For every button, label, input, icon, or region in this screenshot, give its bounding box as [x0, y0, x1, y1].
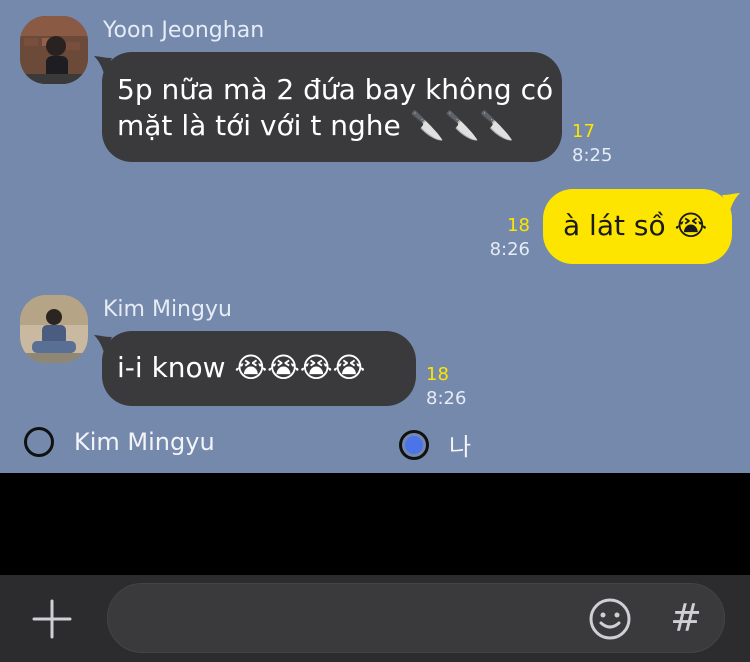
- message-bubble[interactable]: i-i know 😭😭😭😭: [94, 331, 416, 406]
- avatar-kim-mingyu[interactable]: [20, 295, 88, 363]
- message-input[interactable]: [107, 583, 725, 653]
- radio-button-selected[interactable]: [399, 429, 429, 460]
- unread-count: 18: [426, 364, 449, 385]
- message-input-bar: #: [0, 575, 750, 662]
- sender-name: Kim Mingyu: [103, 297, 232, 322]
- bubble-tail: [722, 193, 740, 211]
- poll-option-label: 나: [449, 433, 472, 461]
- chat-area[interactable]: Yoon Jeonghan 5p nữa mà 2 đứa bay không …: [0, 0, 750, 473]
- message-meta: 18 8:26: [470, 214, 530, 262]
- radio-button[interactable]: [24, 427, 54, 457]
- poll-option-kim-mingyu[interactable]: Kim Mingyu: [24, 427, 215, 457]
- radio-selected-dot: [405, 435, 423, 454]
- hash-icon[interactable]: #: [666, 593, 706, 643]
- plus-icon[interactable]: [30, 597, 74, 641]
- avatar-yoon-jeonghan[interactable]: [20, 16, 88, 84]
- message-bubble[interactable]: 5p nữa mà 2 đứa bay không có mặt là tới …: [94, 52, 562, 162]
- sender-name: Yoon Jeonghan: [103, 18, 265, 43]
- bubble-tail: [94, 335, 112, 353]
- message-text-line-2: mặt là tới với t nghe 🔪🔪🔪: [117, 109, 515, 142]
- unread-count: 18: [507, 215, 530, 236]
- smiley-icon[interactable]: [588, 597, 632, 641]
- poll-option-me[interactable]: 나: [399, 427, 471, 462]
- message-text: i-i know 😭😭😭😭: [117, 351, 366, 384]
- message-bubble[interactable]: à lát sồ 😭: [543, 189, 740, 264]
- message-time: 8:26: [489, 239, 530, 260]
- unread-count: 17: [572, 121, 595, 142]
- keyboard-area-blank: [0, 473, 750, 575]
- message-text: à lát sồ 😭: [563, 209, 708, 242]
- message-time: 8:26: [426, 388, 467, 409]
- message-time: 8:25: [572, 145, 613, 166]
- message-meta: 18 8:26: [426, 363, 466, 411]
- message-text-line-1: 5p nữa mà 2 đứa bay không có: [117, 73, 554, 106]
- message-meta: 17 8:25: [572, 120, 612, 168]
- poll-option-label: Kim Mingyu: [74, 428, 215, 456]
- bubble-tail: [94, 56, 112, 74]
